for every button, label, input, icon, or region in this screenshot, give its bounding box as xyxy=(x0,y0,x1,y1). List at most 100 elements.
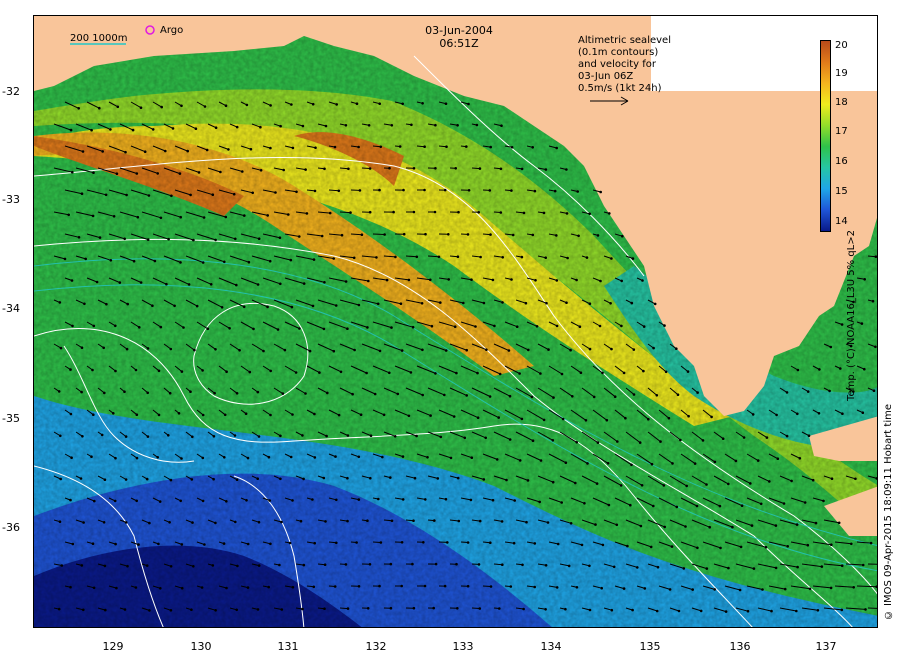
velocity-arrow-head xyxy=(456,607,459,610)
velocity-arrow-head xyxy=(214,521,217,525)
velocity-arrow-head xyxy=(192,238,195,242)
velocity-arrow-head xyxy=(305,212,309,215)
velocity-arrow-head xyxy=(357,585,361,588)
velocity-arrow-head xyxy=(235,283,238,287)
velocity-arrow-head xyxy=(432,606,436,610)
velocity-arrow-head xyxy=(400,541,404,544)
velocity-arrow-head xyxy=(389,606,393,610)
velocity-arrow-head xyxy=(268,499,271,502)
velocity-arrow-head xyxy=(750,524,754,527)
velocity-arrow-head xyxy=(214,348,217,351)
velocity-arrow-head xyxy=(357,455,361,459)
velocity-arrow-head xyxy=(434,562,438,566)
velocity-arrow-head xyxy=(335,498,338,502)
velocity-arrow-head xyxy=(366,607,370,610)
velocity-arrow-head xyxy=(308,349,312,353)
velocity-arrow-head xyxy=(806,543,810,547)
velocity-arrow-head xyxy=(413,476,417,480)
velocity-arrow-head xyxy=(389,476,392,479)
velocity-arrow-head xyxy=(224,215,228,219)
velocity-arrow-head xyxy=(814,521,818,525)
velocity-arrow-head xyxy=(169,565,173,568)
velocity-arrow-head xyxy=(507,349,511,352)
velocity-arrow-head xyxy=(626,544,629,548)
velocity-arrow-head xyxy=(278,236,282,239)
velocity-arrow-head xyxy=(539,372,542,375)
velocity-arrow-head xyxy=(156,456,159,459)
velocity-arrow-head xyxy=(123,390,126,394)
velocity-arrow-head xyxy=(311,102,315,106)
velocity-arrow-head xyxy=(808,587,812,591)
velocity-arrow-head xyxy=(453,325,457,329)
velocity-arrow-head xyxy=(225,586,228,590)
velocity-arrow-head xyxy=(201,499,205,503)
velocity-arrow-head xyxy=(489,585,493,588)
velocity-arrow-head xyxy=(324,520,327,523)
velocity-arrow-head xyxy=(219,170,222,174)
velocity-arrow-head xyxy=(478,607,482,610)
svg-text:(0.1m contours): (0.1m contours) xyxy=(578,47,658,58)
velocity-arrow-head xyxy=(600,586,603,590)
velocity-arrow-head xyxy=(299,519,303,523)
velocity-arrow-head xyxy=(257,564,261,567)
velocity-arrow-head xyxy=(279,282,282,286)
velocity-arrow-head xyxy=(579,371,583,375)
velocity-arrow-head xyxy=(555,324,559,328)
velocity-arrow-head xyxy=(135,456,139,460)
velocity-arrow-head xyxy=(249,147,253,151)
x-tick-label: 133 xyxy=(452,640,474,653)
velocity-arrow-head xyxy=(569,522,573,525)
velocity-arrow-head xyxy=(385,278,389,282)
velocity-arrow-head xyxy=(518,372,521,375)
velocity-arrow-head xyxy=(713,588,716,591)
velocity-arrow-head xyxy=(653,302,657,306)
velocity-arrow-head xyxy=(247,260,251,264)
velocity-arrow-head xyxy=(243,214,246,217)
velocity-arrow-head xyxy=(447,278,451,281)
velocity-arrow-head xyxy=(114,542,117,546)
velocity-arrow-head xyxy=(818,368,821,371)
velocity-arrow-head xyxy=(691,588,694,591)
velocity-arrow-head xyxy=(71,324,74,328)
velocity-arrow-head xyxy=(796,412,799,416)
velocity-arrow-head xyxy=(455,371,458,375)
velocity-arrow-head xyxy=(151,128,155,131)
velocity-arrow-head xyxy=(677,609,681,613)
velocity-arrow-head xyxy=(269,104,272,107)
velocity-arrow-head xyxy=(510,189,513,192)
velocity-arrow-head xyxy=(565,168,568,171)
svg-text:Altimetric sealevel: Altimetric sealevel xyxy=(578,35,671,46)
velocity-arrow-head xyxy=(446,541,449,544)
velocity-arrow-head xyxy=(214,609,217,612)
velocity-arrow-head xyxy=(159,216,163,220)
velocity-arrow-head xyxy=(69,412,73,416)
velocity-arrow-head xyxy=(169,347,173,351)
velocity-arrow-head xyxy=(283,348,287,352)
velocity-arrow-head xyxy=(147,194,151,197)
velocity-arrow-head xyxy=(104,193,108,197)
velocity-arrow-head xyxy=(861,411,865,415)
velocity-arrow-head xyxy=(59,477,62,481)
velocity-arrow-head xyxy=(443,188,447,192)
velocity-arrow-head xyxy=(679,438,682,442)
velocity-arrow-head xyxy=(257,237,261,240)
velocity-arrow-head xyxy=(449,456,453,460)
velocity-arrow-head xyxy=(533,542,537,545)
velocity-arrow-head xyxy=(91,368,94,372)
colorbar-tick-label: 15 xyxy=(835,186,848,197)
velocity-arrow-head xyxy=(599,190,602,194)
velocity-arrow-head xyxy=(390,326,393,329)
velocity-arrow-head xyxy=(190,478,194,481)
velocity-arrow-head xyxy=(739,545,743,549)
velocity-arrow-head xyxy=(332,257,336,260)
velocity-arrow-head xyxy=(390,124,394,127)
velocity-arrow-head xyxy=(146,347,150,350)
velocity-arrow-head xyxy=(320,234,324,238)
velocity-arrow-head xyxy=(522,211,526,215)
velocity-arrow-head xyxy=(358,189,362,192)
velocity-arrow-head xyxy=(477,563,481,566)
velocity-arrow-head xyxy=(288,541,292,545)
velocity-arrow-head xyxy=(256,390,260,394)
velocity-arrow-head xyxy=(365,371,368,375)
velocity-arrow-head xyxy=(322,476,326,480)
